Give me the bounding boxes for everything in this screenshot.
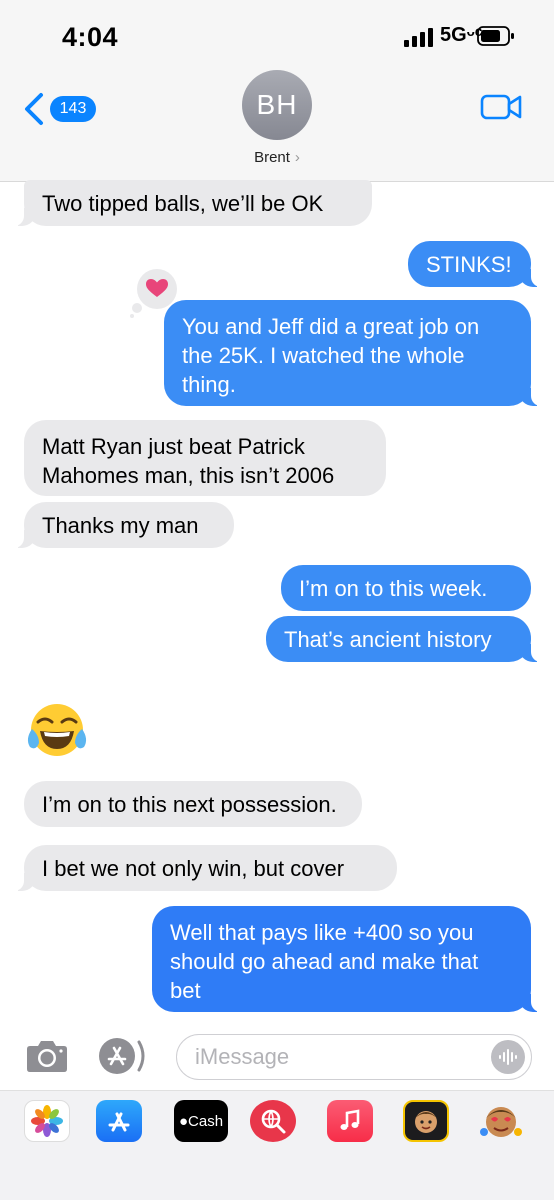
camera-icon[interactable] bbox=[24, 1036, 70, 1076]
message-line: Mahomes man, this isn’t 2006 bbox=[42, 463, 335, 488]
app-store-a-icon bbox=[108, 1112, 130, 1132]
audio-message-button[interactable] bbox=[491, 1040, 525, 1074]
waveform-icon bbox=[499, 1049, 517, 1065]
message-line: Well that pays like +400 so you bbox=[170, 920, 474, 945]
message-text: That’s ancient history bbox=[284, 626, 492, 652]
app-store-app-icon[interactable] bbox=[96, 1100, 142, 1142]
apple-cash-app-icon[interactable]: ● Cash bbox=[174, 1100, 228, 1142]
unread-count-badge: 143 bbox=[50, 96, 96, 122]
outgoing-message[interactable]: Well that pays like +400 so you should g… bbox=[152, 906, 541, 1012]
memoji-stickers-icon bbox=[480, 1107, 522, 1137]
music-note-icon bbox=[340, 1109, 360, 1130]
outgoing-message[interactable]: That’s ancient history bbox=[266, 616, 541, 662]
imessage-input[interactable]: iMessage bbox=[176, 1034, 532, 1080]
message-text: STINKS! bbox=[426, 251, 512, 277]
back-button[interactable]: 143 bbox=[22, 92, 96, 126]
music-app-icon[interactable] bbox=[327, 1100, 373, 1142]
imessage-placeholder: iMessage bbox=[195, 1044, 290, 1069]
cell-signal-icon bbox=[404, 28, 433, 47]
apple-logo-icon: ● bbox=[178, 1112, 189, 1130]
message-text: I’m on to this next possession. bbox=[42, 791, 337, 817]
incoming-message[interactable]: Thanks my man bbox=[14, 502, 234, 548]
app-store-apps-icon[interactable] bbox=[97, 1036, 151, 1076]
status-time: 4:04 bbox=[62, 22, 119, 52]
battery-icon bbox=[477, 26, 514, 46]
contact-avatar[interactable]: BH bbox=[242, 70, 312, 140]
facetime-video-icon[interactable] bbox=[480, 92, 522, 122]
message-text: I bet we not only win, but cover bbox=[42, 855, 345, 881]
contact-name-button[interactable]: Brent › bbox=[0, 149, 554, 166]
memoji-face-icon bbox=[415, 1111, 437, 1133]
image-search-app-icon[interactable] bbox=[250, 1100, 296, 1142]
chevron-right-icon: › bbox=[294, 149, 300, 166]
message-line: You and Jeff did a great job on bbox=[182, 314, 480, 339]
message-text: Thanks my man bbox=[42, 512, 199, 538]
photos-flower-icon bbox=[31, 1105, 63, 1137]
message-text: I’m on to this week. bbox=[299, 575, 488, 601]
incoming-message[interactable]: Two tipped balls, we’ll be OK bbox=[14, 180, 372, 226]
chevron-left-icon bbox=[25, 93, 43, 125]
apple-cash-label: Cash bbox=[188, 1112, 224, 1130]
globe-search-icon bbox=[261, 1109, 286, 1134]
message-line: bet bbox=[170, 978, 201, 1003]
outgoing-message[interactable]: STINKS! bbox=[408, 241, 541, 287]
message-line: Matt Ryan just beat Patrick bbox=[42, 434, 305, 459]
outgoing-message[interactable]: I’m on to this week. bbox=[281, 565, 531, 611]
memoji-stickers-app-icon[interactable] bbox=[478, 1100, 524, 1142]
memoji-app-icon[interactable] bbox=[403, 1100, 449, 1142]
message-line: the 25K. I watched the whole bbox=[182, 343, 465, 368]
incoming-message[interactable]: Matt Ryan just beat Patrick Mahomes man,… bbox=[24, 420, 386, 496]
photos-app-icon[interactable] bbox=[24, 1100, 70, 1142]
outgoing-message[interactable]: You and Jeff did a great job on the 25K.… bbox=[164, 300, 541, 406]
message-text: Two tipped balls, we’ll be OK bbox=[42, 190, 324, 216]
message-line: should go ahead and make that bbox=[170, 949, 479, 974]
incoming-message[interactable]: I bet we not only win, but cover bbox=[14, 845, 397, 891]
contact-name: Brent bbox=[254, 149, 290, 166]
message-line: thing. bbox=[182, 372, 236, 397]
incoming-message[interactable]: I’m on to this next possession. bbox=[24, 781, 362, 827]
face-with-tears-of-joy-emoji[interactable] bbox=[24, 697, 90, 763]
